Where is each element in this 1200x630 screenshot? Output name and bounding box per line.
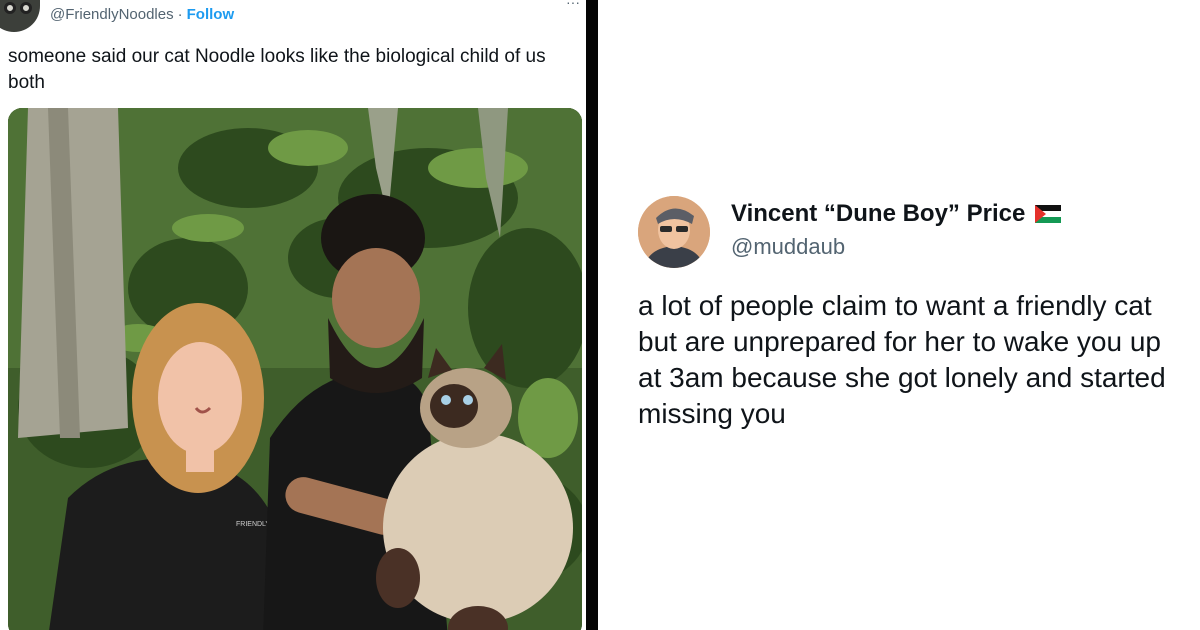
palestine-flag-icon [1035,205,1062,223]
separator-dot: · [177,5,183,23]
panel-divider [586,0,598,630]
more-options-icon[interactable]: ··· [566,0,580,10]
display-name[interactable]: Vincent “Dune Boy” Price [731,200,1025,228]
left-tweet-handle[interactable]: @FriendlyNoodles [50,6,174,23]
right-tweet-name-row: Vincent “Dune Boy” Price [731,200,1062,228]
shirt-print: FRIENDLY [236,521,270,528]
avatar-icon[interactable] [0,0,40,32]
follow-button[interactable]: Follow [187,6,235,23]
left-tweet-text: someone said our cat Noodle looks like t… [8,46,546,93]
avatar-icon[interactable] [638,196,710,268]
photo-icon[interactable]: FRIENDLY [8,108,582,630]
left-tweet-header: @FriendlyNoodles · Follow [0,0,235,32]
right-tweet: Vincent “Dune Boy” Price @muddaub a lot … [598,0,1200,630]
right-tweet-handle[interactable]: @muddaub [731,234,845,260]
left-tweet: @FriendlyNoodles · Follow ··· someone sa… [0,0,586,630]
right-tweet-text: a lot of people claim to want a friendly… [638,290,1166,429]
